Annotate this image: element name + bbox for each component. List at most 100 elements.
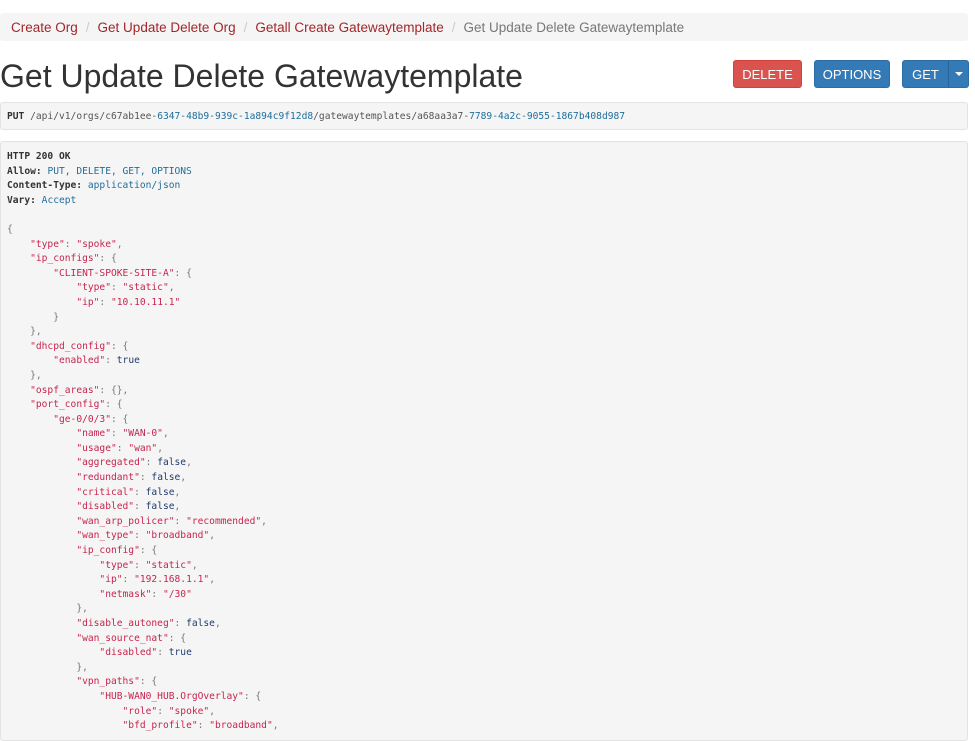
json-punct [7, 443, 76, 454]
json-punct [7, 618, 76, 629]
json-punct [7, 428, 76, 439]
breadcrumb-link-get-update-delete-org[interactable]: Get Update Delete Org [98, 20, 236, 35]
response-header: Vary: Accept [7, 194, 77, 206]
request-org-id: 6347-48b9-939c-1a894c9f12d8 [157, 110, 314, 122]
json-punct: , [261, 515, 267, 527]
json-punct: , [209, 530, 215, 542]
json-punct: : [157, 705, 169, 717]
request-method: PUT [7, 110, 25, 122]
json-line: "critical": false, [7, 487, 180, 498]
json-line: "ip": "192.168.1.1", [7, 574, 215, 585]
json-punct [7, 268, 53, 279]
breadcrumb-separator: / [243, 19, 248, 35]
delete-button[interactable]: DELETE [733, 60, 802, 88]
json-line: "name": "WAN-0", [7, 428, 169, 440]
json-key: "disabled" [76, 501, 135, 513]
json-punct [7, 676, 76, 687]
json-punct [7, 530, 76, 541]
page-title: Get Update Delete Gatewaytemplate [0, 58, 523, 94]
json-key: "name" [76, 428, 111, 440]
json-punct: : [145, 457, 158, 469]
json-punct: : [134, 559, 146, 571]
json-key: "ip_configs" [30, 253, 100, 265]
json-literal: false [151, 472, 181, 484]
json-line: "ip_configs": { [7, 253, 117, 264]
response-status: HTTP 200 OK [7, 151, 71, 162]
json-punct: , [174, 486, 181, 498]
json-punct [7, 662, 76, 673]
json-literal: true [116, 355, 140, 367]
json-punct: , [174, 501, 181, 513]
json-punct: : [151, 588, 163, 600]
json-line: "ip": "10.10.11.1" [7, 297, 180, 308]
json-punct [7, 370, 30, 381]
json-key: "usage" [76, 442, 117, 454]
json-line: "disabled": true [7, 647, 191, 659]
json-punct: : [139, 472, 152, 484]
json-punct: , [180, 472, 187, 484]
json-punct [7, 282, 76, 293]
json-key: "enabled" [53, 355, 106, 367]
json-line: "netmask": "/30" [7, 588, 191, 600]
json-punct [7, 297, 76, 308]
json-literal: false [145, 501, 175, 513]
json-punct [7, 239, 30, 250]
json-line: }, [7, 662, 88, 673]
json-string: "spoke" [76, 238, 117, 250]
json-line: "disable_autoneg": false, [7, 618, 220, 629]
json-punct: : [99, 296, 111, 308]
json-punct: , [209, 705, 215, 717]
json-line: "role": "spoke", [7, 706, 215, 717]
json-string: "static" [122, 282, 169, 294]
json-punct: , [116, 238, 123, 250]
json-punct: : [134, 530, 146, 542]
breadcrumb-link-getall-create-gatewaytemplate[interactable]: Getall Create Gatewaytemplate [255, 20, 443, 35]
json-key: "netmask" [99, 588, 152, 600]
json-punct: }, [30, 326, 42, 338]
request-path-prefix: /api/v1/orgs/c67ab1ee- [30, 110, 158, 122]
json-key: "port_config" [30, 399, 106, 411]
json-punct: : { [174, 267, 192, 279]
json-punct: : {}, [99, 384, 129, 396]
breadcrumb-link-create-org[interactable]: Create Org [11, 20, 78, 35]
json-string: "wan" [128, 442, 158, 454]
json-punct: : [105, 355, 117, 367]
json-punct [7, 414, 53, 425]
json-key: "ip" [99, 574, 123, 586]
json-punct: } [53, 311, 59, 323]
get-format-dropdown-toggle[interactable] [948, 60, 969, 88]
json-key: "vpn_paths" [76, 676, 140, 688]
json-key: "ge-0/0/3" [53, 413, 111, 425]
json-line: "ospf_areas": {}, [7, 385, 128, 396]
json-punct: : [174, 515, 187, 527]
request-path-mid: /gatewaytemplates/a68aa3a7- [313, 110, 470, 122]
breadcrumb-current: Get Update Delete Gatewaytemplate [463, 19, 685, 35]
json-punct [7, 545, 76, 556]
json-key: "disabled" [99, 647, 158, 659]
json-key: "redundant" [76, 472, 140, 484]
json-string: "broadband" [145, 530, 210, 542]
json-punct [7, 312, 53, 323]
json-line: "type": "spoke", [7, 238, 123, 250]
json-line: "HUB-WAN0_HUB.OrgOverlay": { [7, 691, 261, 702]
json-string: "static" [145, 559, 192, 571]
json-punct [7, 355, 53, 366]
json-key: "type" [76, 282, 111, 294]
json-line: "wan_type": "broadband", [7, 530, 215, 541]
json-string: "192.168.1.1" [134, 574, 210, 586]
json-punct: : [174, 618, 187, 629]
json-line: "vpn_paths": { [7, 676, 157, 687]
json-line: }, [7, 326, 42, 337]
json-key: "CLIENT-SPOKE-SITE-A" [53, 267, 175, 279]
json-line: "type": "static", [7, 559, 197, 571]
json-punct: }, [76, 603, 88, 615]
get-button[interactable]: GET [902, 60, 949, 88]
json-punct: , [162, 428, 169, 440]
json-key: "role" [122, 705, 158, 717]
json-line: "enabled": true [7, 355, 140, 366]
options-button[interactable]: OPTIONS [814, 60, 890, 88]
response-json-body: { "type": "spoke", "ip_configs": { "CLIE… [7, 224, 279, 731]
json-literal: false [145, 486, 175, 498]
json-key: "HUB-WAN0_HUB.OrgOverlay" [99, 690, 244, 702]
json-punct: }, [76, 661, 88, 673]
